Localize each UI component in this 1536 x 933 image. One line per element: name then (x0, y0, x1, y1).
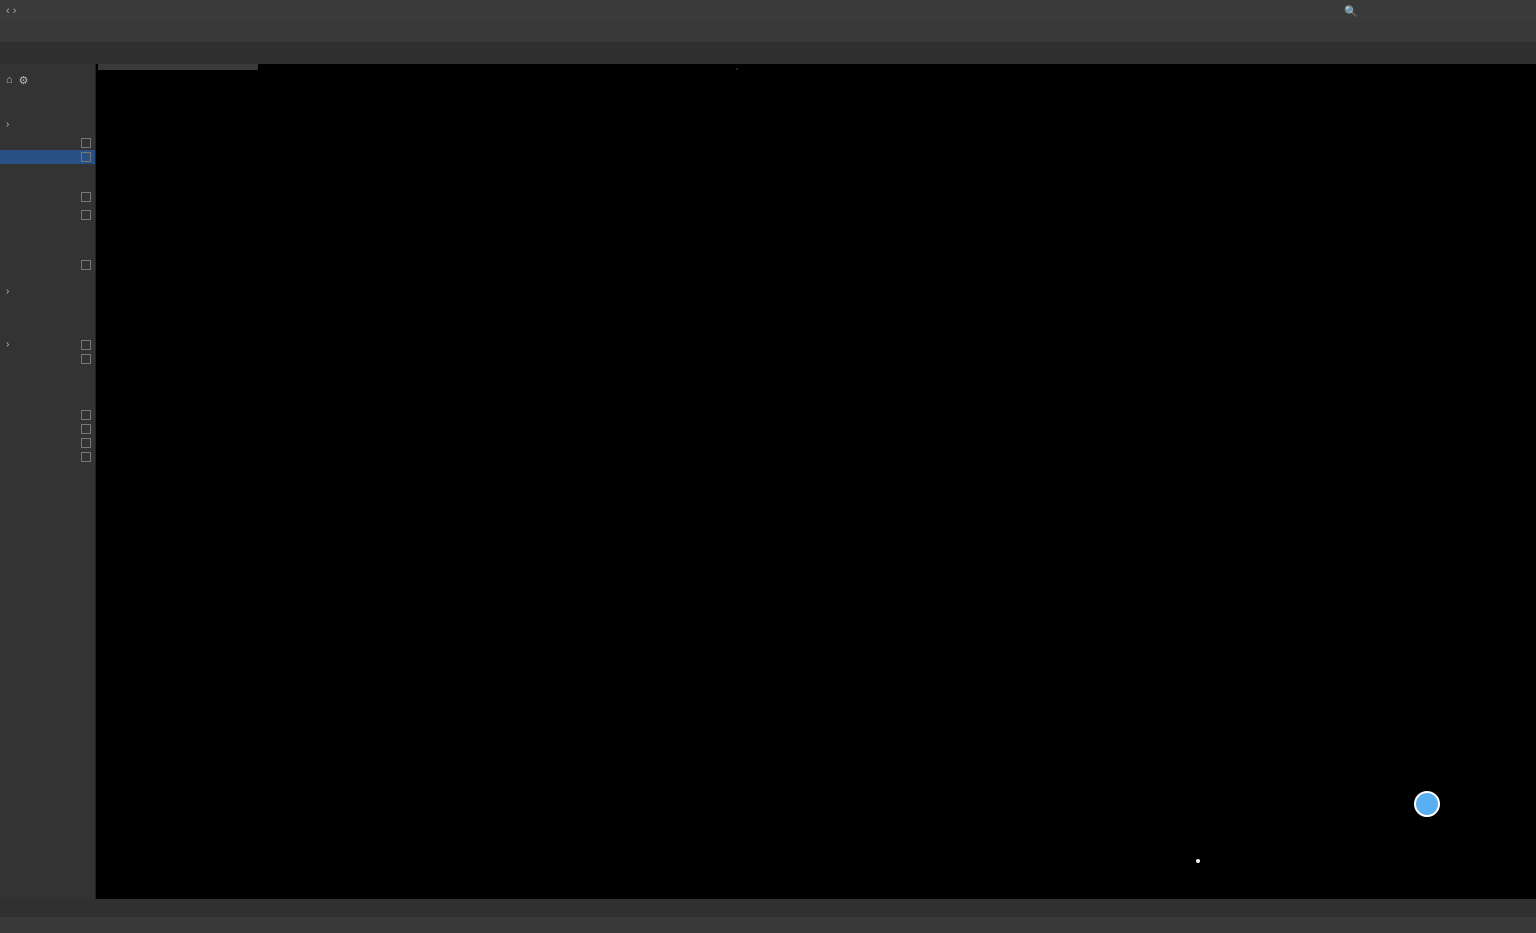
search-box[interactable]: 🔍 (1336, 5, 1536, 18)
gear-icon[interactable]: ⚙ (19, 74, 29, 87)
ime-toolbar[interactable] (1196, 859, 1200, 863)
tree-item[interactable] (0, 436, 95, 450)
pcb-canvas[interactable] (96, 64, 1536, 899)
tab-pre-controls[interactable] (0, 42, 104, 64)
group-ts[interactable] (0, 396, 95, 404)
file-icon (81, 340, 91, 350)
layer-tabs[interactable] (0, 899, 1536, 917)
file-icon (81, 138, 91, 148)
tree-item[interactable] (0, 408, 95, 422)
file-icon (81, 210, 91, 220)
file-icon (81, 410, 91, 420)
group-dsnwrk[interactable] (0, 109, 95, 117)
file-icon (81, 452, 91, 462)
tree-item[interactable]: › (0, 284, 95, 299)
heads-up-display (98, 64, 258, 70)
tree-item[interactable]: › (0, 117, 95, 132)
file-icon (81, 260, 91, 270)
file-icon (81, 424, 91, 434)
projects-panel[interactable]: ⌂ ⚙ › › › (0, 64, 96, 899)
pcb-canvas-wrap[interactable] (96, 64, 1536, 899)
search-input[interactable] (1364, 5, 1504, 17)
active-bar[interactable] (736, 68, 738, 70)
search-icon: 🔍 (1344, 5, 1358, 18)
group-ments2[interactable] (0, 329, 95, 337)
file-icon (81, 438, 91, 448)
file-icon (81, 152, 91, 162)
tree-item[interactable]: › (0, 337, 95, 352)
tree-item[interactable] (0, 450, 95, 464)
tree-item[interactable] (0, 208, 95, 222)
title-bar: ‹ › 🔍 (0, 0, 1536, 22)
file-icon (81, 354, 91, 364)
tree-item[interactable] (0, 258, 95, 272)
nav-arrows[interactable]: ‹ › (0, 5, 22, 17)
undo-badge-icon[interactable] (1414, 791, 1440, 817)
group-ments[interactable] (0, 250, 95, 258)
menu-bar[interactable] (0, 22, 1536, 42)
tree-item[interactable] (0, 422, 95, 436)
file-icon (81, 192, 91, 202)
tree-file-selected[interactable] (0, 150, 95, 164)
home-icon[interactable]: ⌂ (6, 74, 13, 87)
tree-item[interactable] (0, 190, 95, 204)
document-tabstrip[interactable] (0, 42, 1536, 64)
status-bar (0, 917, 1536, 933)
tree-file[interactable] (0, 136, 95, 150)
tree-item[interactable] (0, 352, 95, 366)
panel-top-icons[interactable]: ⌂ ⚙ (0, 70, 95, 91)
group-libraries[interactable] (0, 174, 95, 182)
main-body: ⌂ ⚙ › › › (0, 64, 1536, 899)
